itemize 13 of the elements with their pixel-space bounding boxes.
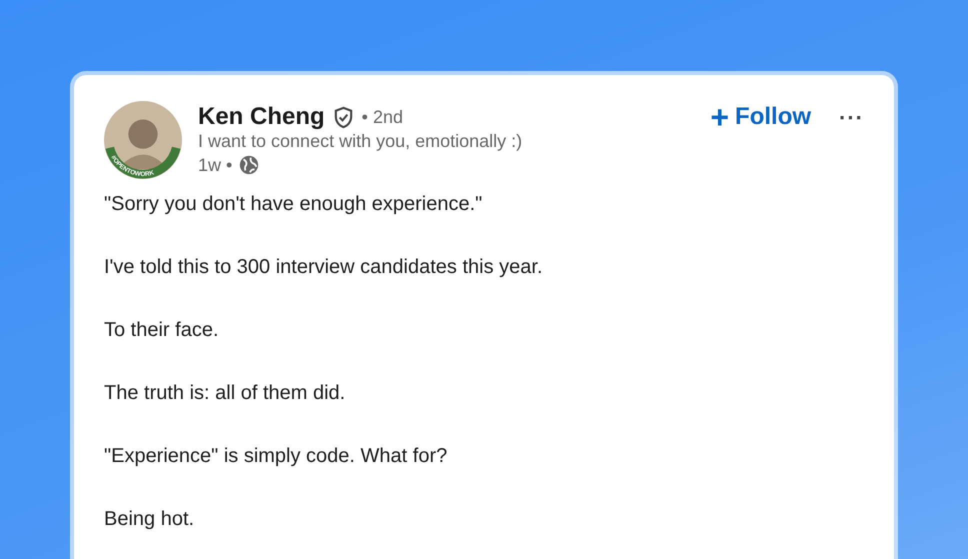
post-text: "Experience" is simply code. What for? [104, 444, 448, 469]
globe-icon [238, 154, 260, 176]
more-options-button[interactable]: ··· [839, 105, 864, 131]
post-text: Being hot. [104, 507, 196, 532]
post-text: I've told this to 300 interview candidates this year. [104, 255, 544, 280]
author-name[interactable]: Ken Cheng [198, 103, 325, 131]
author-headline: I want to connect with you, emotionally :) [198, 131, 524, 152]
connection-degree: • 2nd [362, 106, 404, 128]
post-text: The truth is: all of them did. [104, 381, 346, 406]
follow-button[interactable]: + Follow [710, 103, 812, 131]
post-text: To their face. [104, 318, 220, 343]
post-time: 1w • [198, 154, 232, 176]
post-text: "Sorry you don't have enough experience." [104, 192, 484, 217]
